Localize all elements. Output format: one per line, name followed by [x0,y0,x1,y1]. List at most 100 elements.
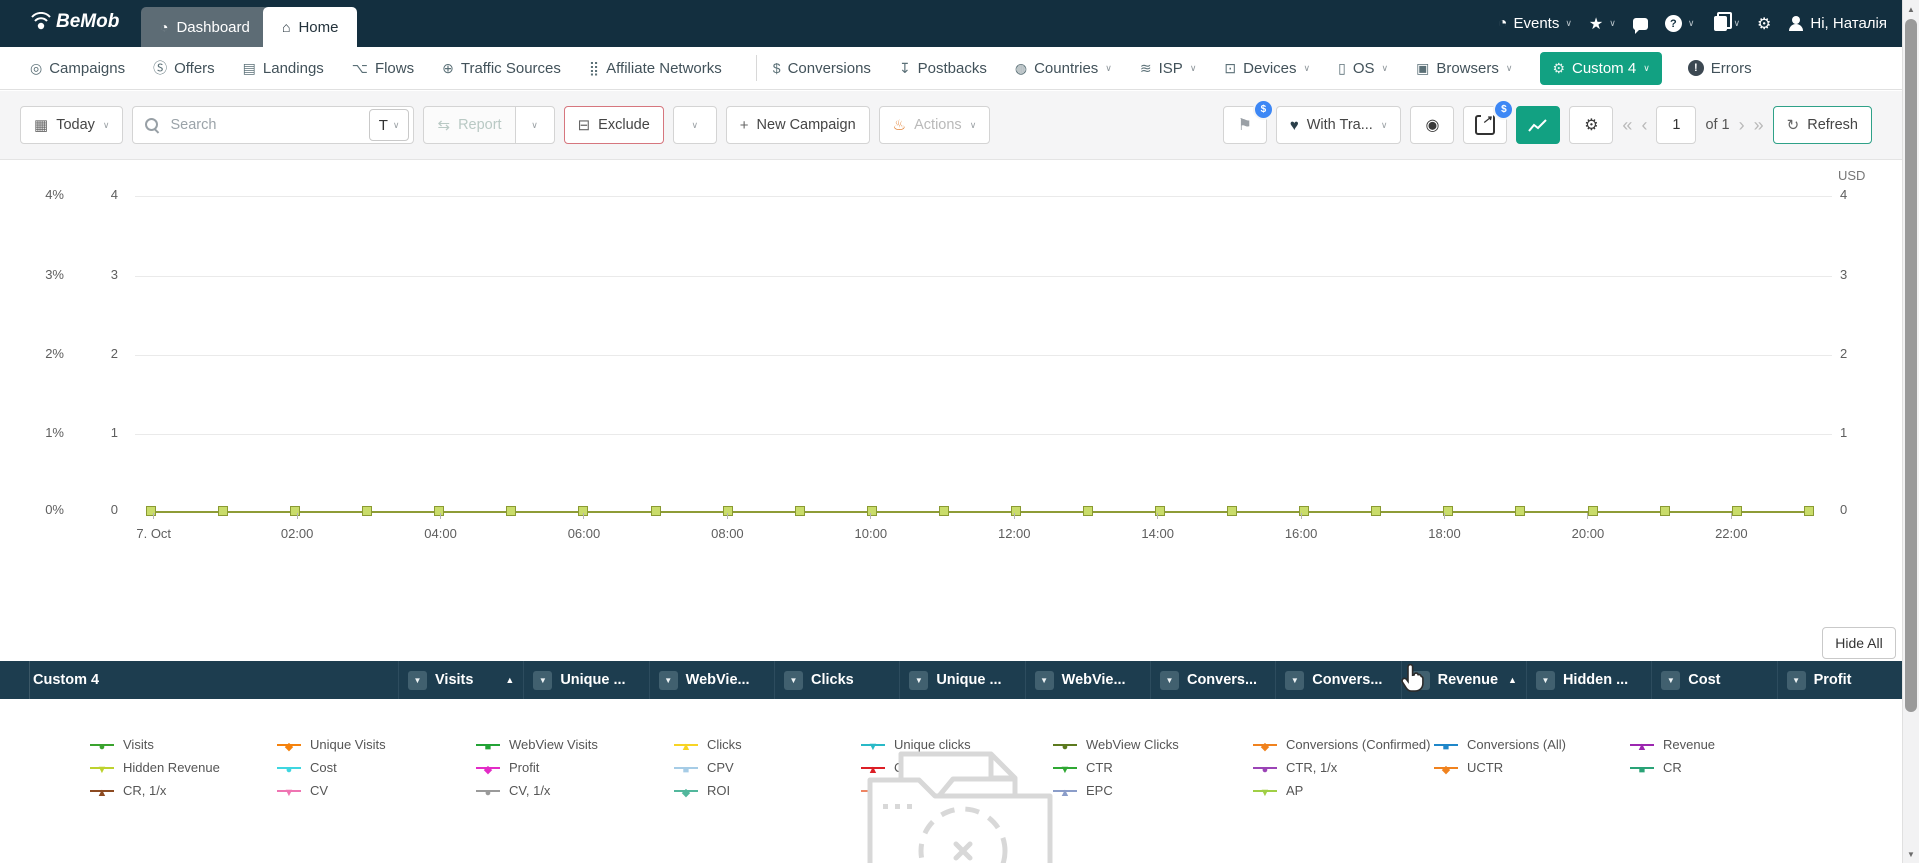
first-page-button[interactable]: « [1622,115,1632,136]
filter-funnel-icon[interactable]: ▼ [1786,670,1806,690]
column-header[interactable]: ▼ WebVie... [648,661,774,699]
favorites-menu[interactable]: ★ ∨ [1589,14,1616,34]
date-range-button[interactable]: ▦ Today ∨ [20,106,124,144]
nav-item-custom-4[interactable]: ⚙ Custom 4 ∨ [1540,51,1662,85]
legend-item[interactable]: ● WebView Clicks [1053,737,1253,753]
legend-item[interactable]: ▲ CR, 1/x [90,783,277,799]
legend-item[interactable]: ◆ Unique Visits [277,737,476,753]
nav-item-offers[interactable]: Ⓢ Offers [153,58,215,78]
report-button[interactable]: ⇆ Report [423,106,516,144]
new-campaign-button[interactable]: + New Campaign [725,106,870,144]
nav-item-browsers[interactable]: ▣ Browsers ∨ [1416,60,1512,77]
prev-page-button[interactable]: ‹ [1641,115,1647,136]
legend-item[interactable]: ▲ Clicks [674,737,861,753]
dashboard-gauge-icon: ◔ [160,19,169,35]
refresh-button[interactable]: ↻ Refresh [1772,106,1872,144]
legend-item[interactable]: ● CV, 1/x [476,783,674,799]
column-header[interactable]: ▼ Convers... [1275,661,1400,699]
legend-item[interactable] [1434,784,1630,798]
flag-button[interactable]: ⚑ $ [1222,99,1274,144]
filter-funnel-icon[interactable]: ▼ [1159,670,1179,690]
scroll-up-button[interactable]: ▲ [1903,1,1919,17]
filter-funnel-icon[interactable]: ▼ [658,670,678,690]
last-page-button[interactable]: » [1754,115,1764,136]
legend-item[interactable] [1630,784,1840,798]
legend-item[interactable]: ■ CR [1630,760,1840,776]
column-header[interactable]: ▼ Visits ▲ [398,661,523,699]
filter-funnel-icon[interactable]: ▼ [533,670,553,690]
scrollbar-thumb[interactable] [1905,19,1917,712]
legend-item[interactable]: ■ CPV [674,760,861,776]
traffic-filter-dropdown[interactable]: ♥ With Tra... ∨ [1275,106,1402,144]
legend-item[interactable]: ▼ AP [1253,783,1434,799]
legend-item[interactable]: ◆ Profit [476,760,674,776]
legend-item[interactable]: ◆ Conversions (Confirmed) [1253,737,1434,753]
column-header[interactable]: ▼ Clicks [773,661,899,699]
next-page-button[interactable]: › [1739,115,1745,136]
nav-item-landings[interactable]: ▤ Landings [243,60,324,77]
legend-item[interactable]: ▲ Revenue [1630,737,1840,753]
filter-funnel-icon[interactable]: ▼ [1285,670,1305,690]
legend-item[interactable]: ◆ ROI [674,783,861,799]
legend-item[interactable]: ■ Conversions (All) [1434,737,1630,753]
events-menu[interactable]: ◔ Events ∨ [1498,15,1572,33]
nav-item-flows[interactable]: ⌥ Flows [352,60,414,77]
nav-item-os[interactable]: ▯ OS ∨ [1338,60,1388,77]
column-settings-button[interactable]: ⚙ [1569,106,1614,144]
legend-item[interactable]: ● CTR, 1/x [1253,760,1434,776]
nav-item-isp[interactable]: ≋ ISP ∨ [1140,60,1197,77]
scroll-down-button[interactable]: ▼ [1903,846,1919,862]
nav-item-conversions[interactable]: $ Conversions [773,60,871,77]
user-menu[interactable]: Hi, Наталія [1788,15,1887,32]
filter-funnel-icon[interactable]: ▼ [1661,670,1681,690]
legend-item[interactable]: ▼ Hidden Revenue [90,760,277,776]
actions-button[interactable]: ♨ Actions ∨ [878,106,991,144]
legend-item[interactable]: ■ WebView Visits [476,737,674,753]
column-header[interactable]: ▼ WebVie... [1024,661,1150,699]
nav-item-affiliate-networks[interactable]: ⣿ Affiliate Networks [589,60,722,77]
legend-item[interactable]: ▼ CV [277,783,476,799]
toggle-chart-button[interactable] [1516,106,1561,144]
column-header[interactable]: ▼ Unique ... [899,661,1024,699]
legend-item[interactable]: ▲ EPC [1053,783,1253,799]
pages-menu[interactable]: ∨ [1711,12,1740,31]
legend-item[interactable]: ● Cost [277,760,476,776]
filter-funnel-icon[interactable]: ▼ [1535,670,1555,690]
tab-home[interactable]: ⌂ Home [263,7,358,47]
column-header[interactable]: ▼ Unique ... [523,661,648,699]
export-button[interactable]: $ [1463,99,1515,144]
exclude-button[interactable]: ⊟ Exclude [563,106,664,144]
column-header[interactable]: ▼ Profit [1776,661,1902,699]
search-input[interactable] [168,116,361,134]
legend-item[interactable]: ◆ UCTR [1434,760,1630,776]
settings-menu[interactable]: ⚙ [1757,14,1771,34]
nav-item-campaigns[interactable]: ◎ Campaigns [30,60,125,77]
visibility-button[interactable]: ◉ [1410,106,1455,144]
search-filter-dropdown[interactable]: T ∨ [368,109,410,141]
hide-all-button[interactable]: Hide All [1822,627,1896,659]
filter-funnel-icon[interactable]: ▼ [783,670,803,690]
vertical-scrollbar[interactable]: ▲ ▼ [1902,0,1919,863]
help-menu[interactable]: ? ∨ [1664,15,1694,32]
nav-item-devices[interactable]: ⊡ Devices ∨ [1224,60,1310,77]
report-dropdown-button[interactable]: ∨ [514,106,555,144]
filter-funnel-icon[interactable]: ▼ [1034,670,1054,690]
column-header-custom-4[interactable]: Custom 4 [0,661,398,699]
filter-funnel-icon[interactable]: ▼ [909,670,929,690]
nav-item-postbacks[interactable]: ↧ Postbacks [899,60,987,77]
page-number-input[interactable] [1656,106,1697,144]
legend-label: Clicks [707,737,742,752]
legend-item[interactable]: ● Visits [90,737,277,753]
exclude-dropdown-button[interactable]: ∨ [672,106,717,144]
nav-item-traffic-sources[interactable]: ⊕ Traffic Sources [442,60,561,77]
column-header[interactable]: ▼ Cost [1651,661,1776,699]
filter-funnel-icon[interactable]: ▼ [408,670,427,690]
bemob-logo[interactable]: BeMob [30,11,119,33]
column-header[interactable]: ▼ Hidden ... [1525,661,1651,699]
chat-button[interactable] [1632,17,1648,34]
nav-item-countries[interactable]: ◍ Countries ∨ [1015,60,1112,77]
tab-dashboard[interactable]: ◔ Dashboard [141,7,269,47]
nav-item-errors[interactable]: ! Errors [1687,60,1752,77]
legend-item[interactable]: ▼ CTR [1053,760,1253,776]
column-header[interactable]: ▼ Convers... [1149,661,1275,699]
